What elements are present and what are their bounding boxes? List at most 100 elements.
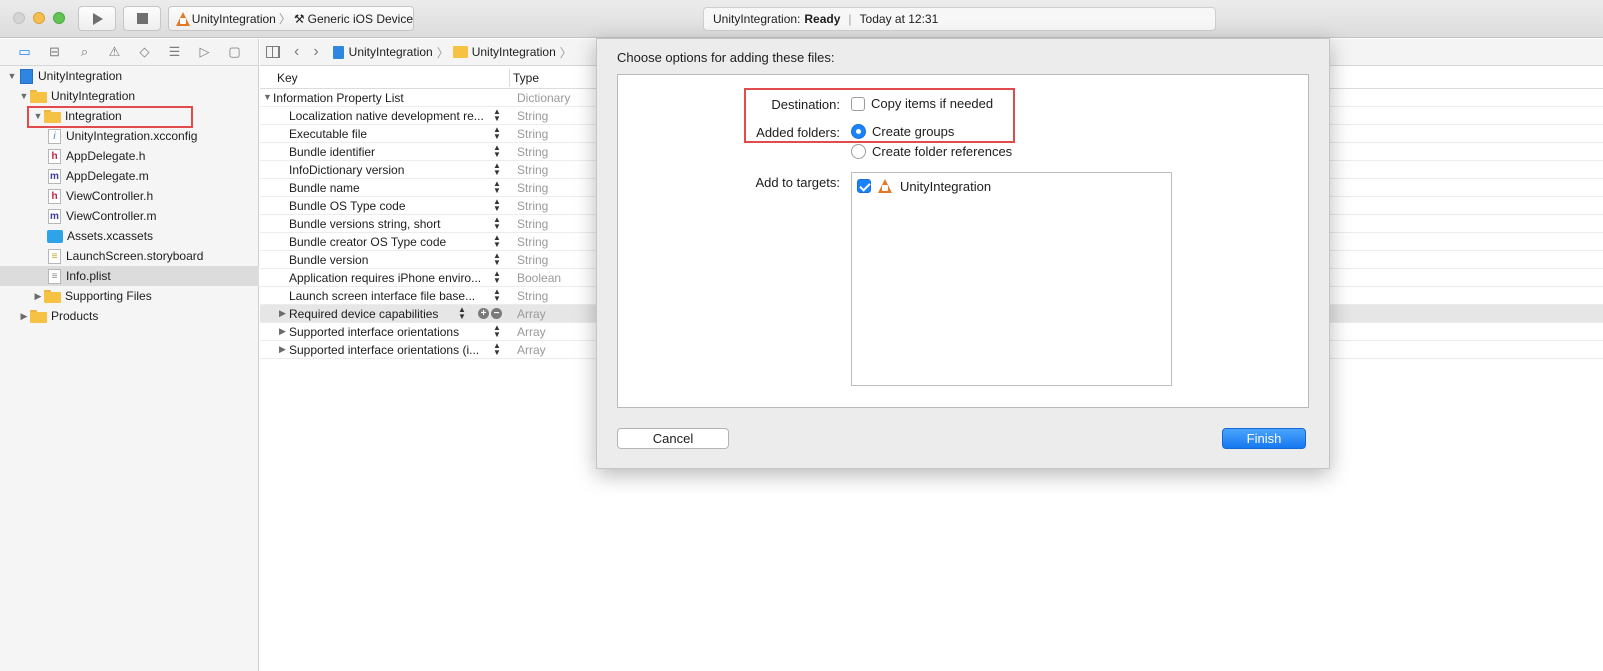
run-button[interactable] xyxy=(78,6,116,31)
breadcrumb-separator-icon: 〉 xyxy=(559,45,572,60)
column-header-type[interactable]: Type xyxy=(513,71,539,85)
nav-item-label: Products xyxy=(51,309,99,323)
stepper-icon[interactable]: ▲ ▼ xyxy=(493,162,501,177)
window-minimize-button[interactable] xyxy=(33,12,45,24)
stepper-icon[interactable]: ▲ ▼ xyxy=(493,234,501,249)
scheme-separator-icon: 〉 xyxy=(278,12,291,26)
hammer-icon: ⚒ xyxy=(293,11,305,26)
nav-item-group[interactable]: ▶ Supporting Files xyxy=(0,286,259,306)
disclosure-open-icon[interactable]: ▼ xyxy=(18,91,30,101)
stepper-icon[interactable]: ▲ ▼ xyxy=(493,108,501,123)
plist-type: String xyxy=(517,235,549,249)
find-navigator-icon[interactable]: ⌕ xyxy=(76,45,93,59)
target-row[interactable]: UnityIntegration xyxy=(857,178,991,194)
highlight-box xyxy=(744,88,1015,143)
window-close-button[interactable] xyxy=(13,12,25,24)
disclosure-closed-icon[interactable]: ▶ xyxy=(18,311,30,322)
add-files-options-sheet: Choose options for adding these files: D… xyxy=(596,38,1330,469)
folder-icon xyxy=(44,289,61,303)
breadcrumb-group[interactable]: UnityIntegration xyxy=(472,45,556,59)
plist-type: String xyxy=(517,289,549,303)
stepper-icon[interactable]: ▲ ▼ xyxy=(493,144,501,159)
project-navigator-icon[interactable]: ▭ xyxy=(16,45,33,59)
storyboard-file-icon: ≡ xyxy=(48,248,61,264)
remove-row-icon[interactable]: − xyxy=(491,308,502,319)
stepper-icon[interactable]: ▲ ▼ xyxy=(493,180,501,195)
debug-navigator-icon[interactable]: ☰ xyxy=(166,45,183,59)
disclosure-closed-icon[interactable]: ▶ xyxy=(279,326,286,337)
cancel-button[interactable]: Cancel xyxy=(617,428,729,449)
target-checkbox[interactable] xyxy=(857,179,871,193)
create-folder-refs-option[interactable]: Create folder references xyxy=(851,144,1012,159)
add-row-icon[interactable]: + xyxy=(478,308,489,319)
stepper-icon[interactable]: ▲ ▼ xyxy=(493,126,501,141)
activity-divider: | xyxy=(848,12,852,26)
nav-item-file[interactable]: i UnityIntegration.xcconfig xyxy=(0,126,259,146)
breadcrumb-project[interactable]: UnityIntegration xyxy=(349,45,433,59)
implementation-file-icon: m xyxy=(48,208,61,224)
nav-item-project[interactable]: ▼ UnityIntegration xyxy=(0,66,259,86)
nav-item-label: UnityIntegration xyxy=(38,69,123,83)
disclosure-closed-icon[interactable]: ▶ xyxy=(279,344,286,355)
project-file-icon xyxy=(20,68,33,84)
plist-key: Required device capabilities xyxy=(289,307,439,321)
window-zoom-button[interactable] xyxy=(53,12,65,24)
plist-key: Bundle version xyxy=(289,253,369,267)
source-control-navigator-icon[interactable]: ⊟ xyxy=(46,45,63,59)
nav-item-label: UnityIntegration.xcconfig xyxy=(66,129,198,143)
nav-item-label: Info.plist xyxy=(66,269,111,283)
nav-item-label: AppDelegate.h xyxy=(66,149,146,163)
issue-navigator-icon[interactable]: ⚠ xyxy=(106,45,123,59)
nav-item-file[interactable]: m AppDelegate.m xyxy=(0,166,259,186)
plist-type: Array xyxy=(517,343,546,357)
plist-type: String xyxy=(517,145,549,159)
nav-item-group[interactable]: ▼ UnityIntegration xyxy=(0,86,259,106)
back-arrow-icon[interactable]: ‹ xyxy=(294,43,299,61)
nav-item-file[interactable]: Assets.xcassets xyxy=(0,226,259,246)
stepper-icon[interactable]: ▲ ▼ xyxy=(493,324,501,339)
options-panel: Destination: Copy items if needed Added … xyxy=(617,74,1309,408)
disclosure-closed-icon[interactable]: ▶ xyxy=(279,308,286,319)
disclosure-open-icon[interactable]: ▼ xyxy=(263,92,272,102)
nav-item-file[interactable]: m ViewController.m xyxy=(0,206,259,226)
disclosure-open-icon[interactable]: ▼ xyxy=(6,71,18,81)
nav-item-group[interactable]: ▶ Products xyxy=(0,306,259,326)
activity-project: UnityIntegration: xyxy=(713,12,801,26)
row-edit-controls: + − xyxy=(478,308,502,319)
plist-type: String xyxy=(517,127,549,141)
target-name: UnityIntegration xyxy=(900,178,992,194)
finish-button[interactable]: Finish xyxy=(1222,428,1306,449)
stepper-icon[interactable]: ▲ ▼ xyxy=(493,270,501,285)
plist-type: String xyxy=(517,217,549,231)
nav-item-label: Assets.xcassets xyxy=(67,229,154,243)
config-file-icon: i xyxy=(48,128,61,144)
stepper-icon[interactable]: ▲ ▼ xyxy=(493,198,501,213)
report-navigator-icon[interactable]: ▢ xyxy=(226,45,243,59)
forward-arrow-icon[interactable]: › xyxy=(313,43,318,61)
related-items-icon[interactable] xyxy=(266,46,280,58)
project-file-icon xyxy=(332,45,344,59)
create-folder-refs-radio[interactable] xyxy=(851,144,866,159)
plist-type: String xyxy=(517,199,549,213)
disclosure-closed-icon[interactable]: ▶ xyxy=(32,291,44,302)
nav-item-file[interactable]: ≡ LaunchScreen.storyboard xyxy=(0,246,259,266)
asset-catalog-icon xyxy=(47,229,63,243)
plist-key: Launch screen interface file base... xyxy=(289,289,476,303)
stepper-icon[interactable]: ▲ ▼ xyxy=(493,288,501,303)
scheme-selector[interactable]: UnityIntegration 〉 ⚒ Generic iOS Device xyxy=(168,6,414,31)
plist-type: Array xyxy=(517,307,546,321)
activity-viewer: UnityIntegration: Ready | Today at 12:31 xyxy=(703,7,1216,31)
nav-item-file-selected[interactable]: ≡ Info.plist xyxy=(0,266,259,286)
nav-item-file[interactable]: h AppDelegate.h xyxy=(0,146,259,166)
stepper-icon[interactable]: ▲ ▼ xyxy=(458,306,466,321)
nav-item-file[interactable]: h ViewController.h xyxy=(0,186,259,206)
stepper-icon[interactable]: ▲ ▼ xyxy=(493,342,501,357)
breakpoint-navigator-icon[interactable]: ▷ xyxy=(196,45,213,59)
column-header-key[interactable]: Key xyxy=(277,71,298,85)
stepper-icon[interactable]: ▲ ▼ xyxy=(493,252,501,267)
test-navigator-icon[interactable]: ◇ xyxy=(136,45,153,59)
plist-type: Boolean xyxy=(517,271,562,285)
activity-time: Today at 12:31 xyxy=(859,12,939,26)
stop-button[interactable] xyxy=(123,6,161,31)
stepper-icon[interactable]: ▲ ▼ xyxy=(493,216,501,231)
